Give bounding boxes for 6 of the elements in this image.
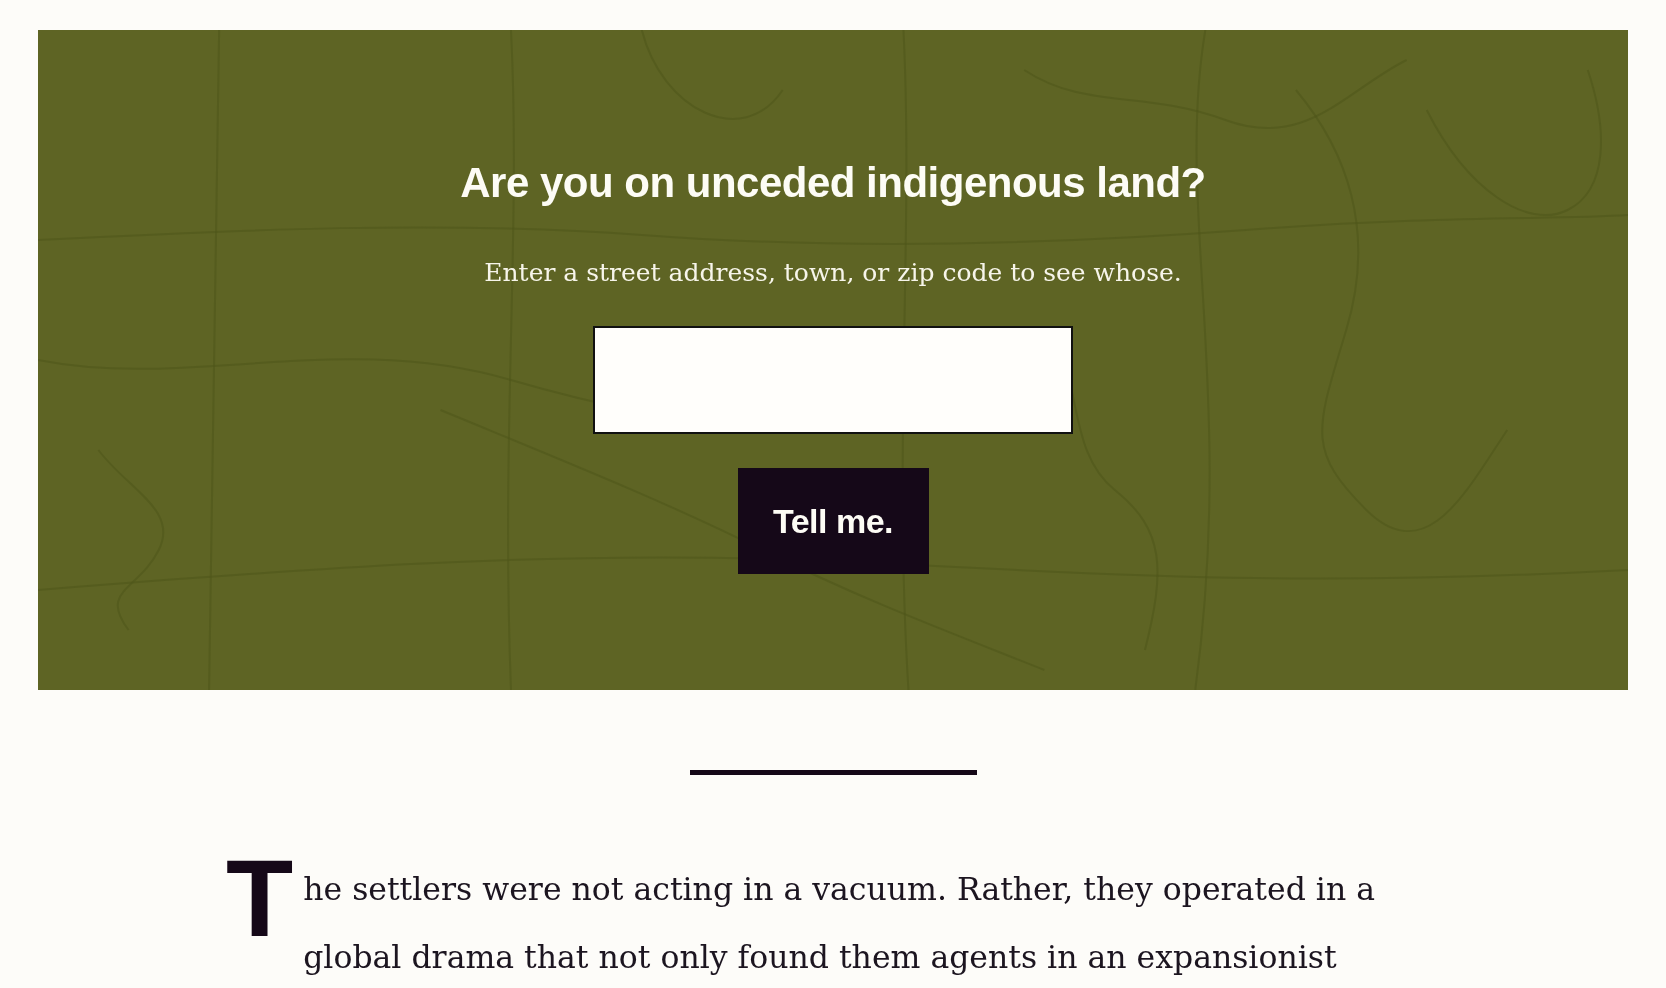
article-paragraph: he settlers were not acting in a vacuum. Rather, they operated in a global drama that not only found them agents in an expansionist — [303, 870, 1376, 977]
address-input[interactable] — [593, 326, 1073, 434]
submit-button[interactable]: Tell me. — [737, 468, 929, 574]
banner-subtitle: Enter a street address, town, or zip code to see whose. — [484, 257, 1182, 289]
banner-title: Are you on unceded indigenous land? — [460, 158, 1206, 208]
drop-cap: T — [226, 843, 294, 953]
